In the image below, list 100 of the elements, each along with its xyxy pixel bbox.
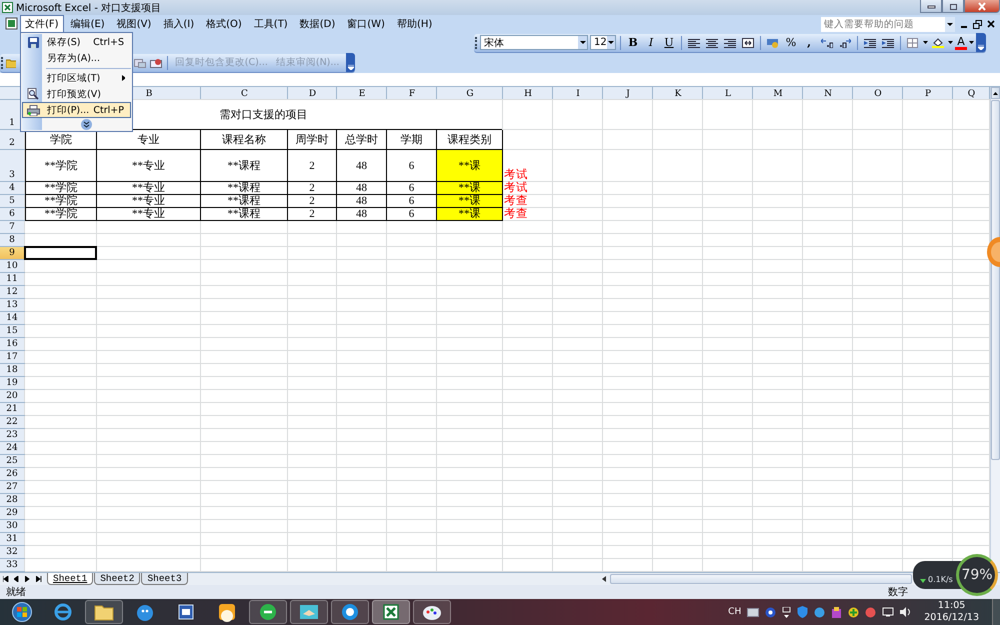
menu-item[interactable]: 帮助(H) [392, 15, 438, 33]
table-cell: **课 [437, 150, 503, 182]
column-header[interactable]: P [903, 87, 953, 100]
menu-item[interactable]: 工具(T) [248, 15, 293, 33]
comma-button[interactable]: , [801, 34, 817, 50]
menu-option[interactable]: 打印(P)... Ctrl+P [22, 102, 131, 118]
column-header[interactable]: F [387, 87, 437, 100]
row-header[interactable]: 10 [0, 260, 24, 272]
table-cell: **课 [437, 182, 503, 195]
exam-type-note: 考试 [503, 168, 529, 181]
row-header[interactable]: 21 [0, 403, 24, 415]
table-cell: 2 [288, 182, 337, 195]
row-header[interactable]: 25 [0, 455, 24, 467]
exam-type-note: 考试 [503, 182, 529, 194]
font-color-button[interactable]: A [955, 36, 967, 50]
table-cell: 6 [387, 208, 437, 221]
row-header[interactable]: 20 [0, 390, 24, 402]
row-header[interactable]: 3 [0, 150, 24, 181]
font-name-dropdown[interactable]: 宋体 [480, 35, 588, 50]
menu-item[interactable]: 插入(I) [158, 15, 200, 33]
table-cell: 2 [288, 208, 337, 221]
table-cell: **专业 [97, 208, 201, 221]
menu-option[interactable]: 另存为(A)... [22, 50, 131, 66]
row-header[interactable]: 29 [0, 507, 24, 519]
column-header[interactable]: N [803, 87, 853, 100]
row-header[interactable]: 13 [0, 299, 24, 311]
row-header[interactable]: 2 [0, 130, 24, 149]
column-heading: 总学时 [337, 130, 387, 150]
row-header[interactable]: 26 [0, 468, 24, 480]
exam-type-note: 考查 [503, 208, 529, 220]
sheet-tab[interactable]: Sheet2 [94, 573, 140, 585]
column-header[interactable]: J [603, 87, 653, 100]
column-heading: 学院 [25, 130, 97, 150]
row-header[interactable]: 4 [0, 182, 24, 194]
network-speed: 0.1K/s [928, 575, 953, 584]
help-search-field[interactable]: 键入需要帮助的问题 [821, 16, 945, 32]
column-header[interactable]: M [753, 87, 803, 100]
percent-button[interactable]: % [783, 34, 799, 50]
menu-item[interactable]: 视图(V) [112, 15, 156, 33]
column-header[interactable]: K [653, 87, 703, 100]
table-cell: 48 [337, 195, 387, 208]
column-header[interactable]: L [703, 87, 753, 100]
menu-option[interactable]: 打印预览(V) [22, 86, 131, 102]
row-header[interactable]: 12 [0, 286, 24, 298]
table-cell: **课 [437, 195, 503, 208]
row-header[interactable]: 7 [0, 221, 24, 233]
bold-button[interactable]: B [625, 34, 641, 50]
column-header[interactable]: H [503, 87, 553, 100]
row-header[interactable]: 14 [0, 312, 24, 324]
row-header[interactable]: 30 [0, 520, 24, 532]
sheet-tab[interactable]: Sheet1 [47, 573, 94, 585]
row-header[interactable]: 18 [0, 364, 24, 376]
menu-option[interactable]: 保存(S) Ctrl+S [22, 34, 131, 50]
column-header[interactable]: D [288, 87, 337, 100]
sheet-tab[interactable]: Sheet3 [141, 573, 188, 585]
menu-option[interactable]: 打印区域(T) [22, 70, 131, 86]
clock[interactable]: 11:05 2016/12/13 [924, 600, 979, 624]
row-header[interactable]: 33 [0, 559, 24, 571]
row-header[interactable]: 24 [0, 442, 24, 454]
column-header[interactable]: I [553, 87, 603, 100]
table-cell: 48 [337, 208, 387, 221]
column-heading: 学期 [387, 130, 437, 150]
row-header[interactable]: 9 [0, 247, 24, 259]
menu-item[interactable]: 格式(O) [201, 15, 247, 33]
row-header[interactable]: 19 [0, 377, 24, 389]
table-cell: 6 [387, 182, 437, 195]
row-header[interactable]: 5 [0, 195, 24, 207]
row-header[interactable]: 22 [0, 416, 24, 428]
table-cell: **专业 [97, 195, 201, 208]
table-cell: 2 [288, 195, 337, 208]
row-header[interactable]: 28 [0, 494, 24, 506]
table-cell: 48 [337, 150, 387, 182]
menu-item[interactable]: 文件(F) [20, 15, 64, 33]
column-header[interactable]: Q [953, 87, 990, 100]
row-header[interactable]: 32 [0, 546, 24, 558]
column-header[interactable]: O [853, 87, 903, 100]
row-header[interactable]: 31 [0, 533, 24, 545]
row-header[interactable]: 8 [0, 234, 24, 246]
row-header[interactable]: 6 [0, 208, 24, 220]
row-header[interactable]: 16 [0, 338, 24, 350]
column-header[interactable]: C [201, 87, 288, 100]
row-header[interactable]: 23 [0, 429, 24, 441]
column-header[interactable]: G [437, 87, 503, 100]
font-size-dropdown[interactable]: 12 [590, 35, 616, 50]
row-header[interactable]: 15 [0, 325, 24, 337]
table-cell: **课 [437, 208, 503, 221]
row-header[interactable]: 27 [0, 481, 24, 493]
row-header[interactable]: 17 [0, 351, 24, 363]
italic-button[interactable]: I [643, 34, 659, 50]
row-header[interactable]: 1 [0, 100, 24, 129]
column-header[interactable]: E [337, 87, 387, 100]
column-heading: 课程类别 [437, 130, 503, 150]
row-header[interactable]: 11 [0, 273, 24, 285]
menu-item[interactable]: 窗口(W) [342, 15, 390, 33]
column-heading: 课程名称 [201, 130, 288, 150]
menu-item[interactable]: 编辑(E) [66, 15, 110, 33]
language-indicator[interactable]: CH [728, 607, 742, 617]
underline-button[interactable]: U [661, 34, 677, 50]
menu-item[interactable]: 数据(D) [294, 15, 340, 33]
table-cell: **学院 [25, 208, 97, 221]
